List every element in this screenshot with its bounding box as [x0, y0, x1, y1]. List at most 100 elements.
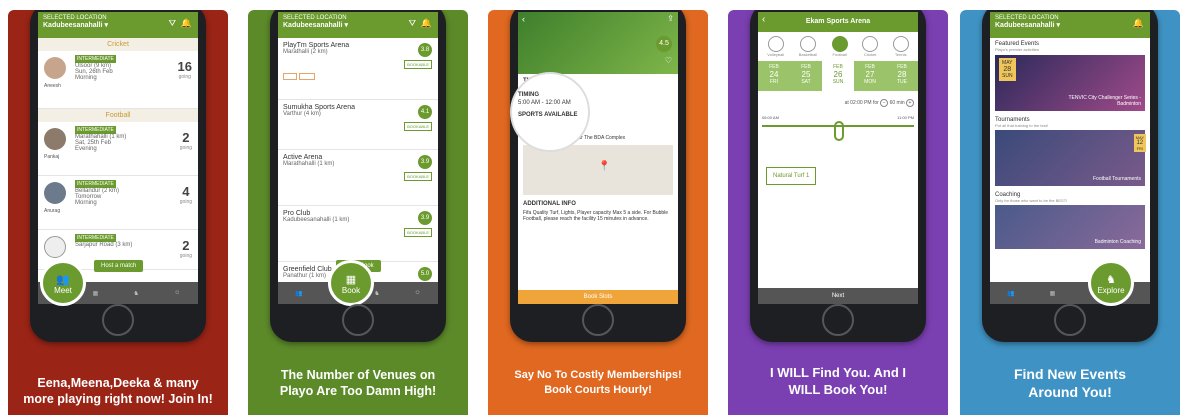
phone-frame: SELECTED LOCATION Kadubeesanahalli ▾ 🔔 F… [982, 10, 1158, 342]
venue-title: Ekam Sports Arena [805, 18, 871, 25]
tournaments-subtitle: Put all that training to the test! [995, 123, 1048, 128]
favorite-icon[interactable]: ♡ [665, 56, 672, 65]
tournament-date-badge: MAY 12 FRI [1133, 134, 1146, 152]
sport-cricket[interactable]: Cricket [862, 36, 879, 57]
minus-icon[interactable]: − [880, 99, 889, 107]
bookable-tag: BOOKABLE [404, 60, 432, 69]
venue-screen: ‹ ⇪ 4.5 ♡ TIMING 5:00 AM - 12:00 AM SPOR… [518, 12, 678, 304]
map-view[interactable]: 📍 [523, 145, 673, 195]
date-item[interactable]: FEB 28 TUE [886, 61, 918, 91]
explore-fab[interactable]: ♞ Explore [1088, 260, 1134, 306]
map-pin-icon: 📍 [598, 161, 611, 172]
home-button[interactable] [102, 304, 134, 336]
venue-place: Varthur (4 km) [283, 111, 321, 117]
player-row[interactable]: Aneesh INTERMEDIATE Ulsoor (9 km) Sun, 2… [38, 51, 198, 109]
coaching-card[interactable]: Badminton Coaching [995, 205, 1145, 249]
venue-row[interactable]: Active Arena Marathahalli (1 km) 3.9 BOO… [278, 150, 438, 206]
plus-icon[interactable]: + [906, 99, 914, 107]
venue-row[interactable]: Sumukha Sports Arena Varthur (4 km) 4.1 … [278, 100, 438, 150]
venue-place: Kadubeesanahalli (1 km) [283, 217, 350, 223]
venue-rating: 3.9 [418, 155, 432, 169]
tab-profile[interactable]: ☺ [174, 290, 180, 296]
notification-icon[interactable]: 🔔 [421, 18, 432, 29]
filter-icon[interactable]: ⛛ [408, 18, 416, 29]
back-icon[interactable]: ‹ [762, 14, 765, 25]
venue-place: Marathalli (2 km) [283, 49, 328, 55]
coaching-name: Badminton Coaching [1094, 239, 1141, 245]
date-item[interactable]: FEB 27 MON [854, 61, 886, 91]
panel-caption: Find New Events Around You! [1013, 365, 1127, 400]
court-option[interactable]: Natural Turf 1 [766, 167, 817, 185]
book-slots-button[interactable]: Book Slots [518, 290, 678, 304]
meet-fab[interactable]: 👥 Meet [40, 260, 86, 306]
tab-meet[interactable]: 👥 [295, 290, 302, 297]
slider-handle[interactable] [834, 121, 844, 141]
panel-caption: The Number of Venues on Playo Are Too Da… [279, 367, 437, 398]
notification-icon[interactable]: 🔔 [181, 18, 192, 29]
phone-frame: SELECTED LOCATION Kadubeesanahalli ▾ ⛛ 🔔… [30, 10, 206, 342]
tournament-name: Football Tournaments [1093, 176, 1141, 182]
date-item-selected[interactable]: FEB 26 SUN [822, 61, 854, 91]
home-button[interactable] [342, 304, 374, 336]
avatar [44, 128, 66, 150]
venue-rating: 3.9 [418, 211, 432, 225]
calendar-icon: ▦ [345, 274, 357, 286]
player-name: Aneesh [44, 83, 61, 89]
home-button[interactable] [582, 304, 614, 336]
date-item[interactable]: FEB 24 FRI [758, 61, 790, 91]
location-header[interactable]: SELECTED LOCATION Kadubeesanahalli ▾ ⛛ 🔔 [38, 12, 198, 38]
date-item[interactable]: FEB 25 SAT [790, 61, 822, 91]
venue-place: Marathahalli (1 km) [283, 161, 335, 167]
notification-icon[interactable]: 🔔 [1133, 18, 1144, 29]
venue-rating: 3.8 [418, 43, 432, 57]
tab-book[interactable]: ▦ [1050, 290, 1056, 297]
section-cricket[interactable]: Cricket [38, 38, 198, 51]
featured-subtitle: Playo's premier activities [995, 47, 1039, 52]
venue-photo: ‹ ⇪ 4.5 ♡ [518, 12, 678, 74]
tournament-card[interactable]: Football Tournaments MAY 12 FRI [995, 130, 1146, 186]
player-row[interactable]: Anurag INTERMEDIATE Bellandur (2 km) Tom… [38, 176, 198, 230]
tab-book[interactable]: ▦ [93, 290, 99, 297]
sport-tennis[interactable]: Tennis [892, 36, 909, 57]
featured-event-card[interactable]: MAY 28 SUN TENVIC City Challenger Series -… [995, 55, 1145, 111]
player-row[interactable]: Pankaj INTERMEDIATE Marathahalli (1 km) … [38, 122, 198, 176]
host-match-button[interactable]: Host a match [94, 260, 144, 272]
section-football[interactable]: Football [38, 109, 198, 122]
panel-caption: Say No To Costly Memberships! Book Court… [514, 369, 682, 396]
tab-explore[interactable]: ♞ [374, 290, 379, 297]
venue-rating: 5.0 [418, 267, 432, 281]
time-slider[interactable]: 06:00 AM 11:00 PM [762, 115, 914, 155]
venue-name: Sumukha Sports Arena [283, 104, 355, 111]
location-header[interactable]: SELECTED LOCATION Kadubeesanahalli ▾ 🔔 [990, 12, 1150, 38]
tab-profile[interactable]: ☺ [414, 290, 420, 296]
panel-meet: SELECTED LOCATION Kadubeesanahalli ▾ ⛛ 🔔… [8, 10, 228, 415]
back-icon[interactable]: ‹ [522, 14, 525, 24]
location-name: Kadubeesanahalli [283, 22, 343, 29]
home-button[interactable] [822, 304, 854, 336]
venue-name: Active Arena [283, 154, 323, 161]
share-icon[interactable]: ⇪ [667, 14, 674, 23]
tab-explore[interactable]: ♞ [134, 290, 139, 297]
phone-frame: ‹ ⇪ 4.5 ♡ TIMING 5:00 AM - 12:00 AM SPOR… [510, 10, 686, 342]
location-header[interactable]: SELECTED LOCATION Kadubeesanahalli ▾ ⛛ 🔔 [278, 12, 438, 38]
sport-football[interactable]: Football [831, 36, 848, 57]
sport-volleyball[interactable]: Volleyball [767, 36, 784, 57]
tab-meet[interactable]: 👥 [1007, 290, 1014, 297]
slider-end: 11:00 PM [897, 115, 914, 120]
home-button[interactable] [1054, 304, 1086, 336]
event-name: TENVIC City Challenger Series - Badminto… [1068, 95, 1141, 107]
sport-basketball[interactable]: Basketball [799, 36, 817, 57]
venue-row[interactable]: Pro Club Kadubeesanahalli (1 km) 3.9 BOO… [278, 206, 438, 262]
venue-row[interactable]: PlayTm Sports Arena Marathalli (2 km) 3.… [278, 38, 438, 100]
location-name: Kadubeesanahalli [995, 22, 1055, 29]
event-date-badge: MAY 28 SUN [999, 58, 1016, 81]
bookable-tag: BOOKABLE [404, 228, 432, 237]
time-text: at 02:00 PM for [844, 100, 879, 106]
player-name: Anurag [44, 208, 61, 214]
level-badge: INTERMEDIATE [75, 55, 116, 63]
venue-tag [283, 73, 297, 80]
next-button[interactable]: Next [758, 288, 918, 304]
slot-screen: ‹ Ekam Sports Arena Volleyball Basketbal… [758, 12, 918, 304]
book-fab[interactable]: ▦ Book [328, 260, 374, 306]
filter-icon[interactable]: ⛛ [168, 18, 176, 29]
